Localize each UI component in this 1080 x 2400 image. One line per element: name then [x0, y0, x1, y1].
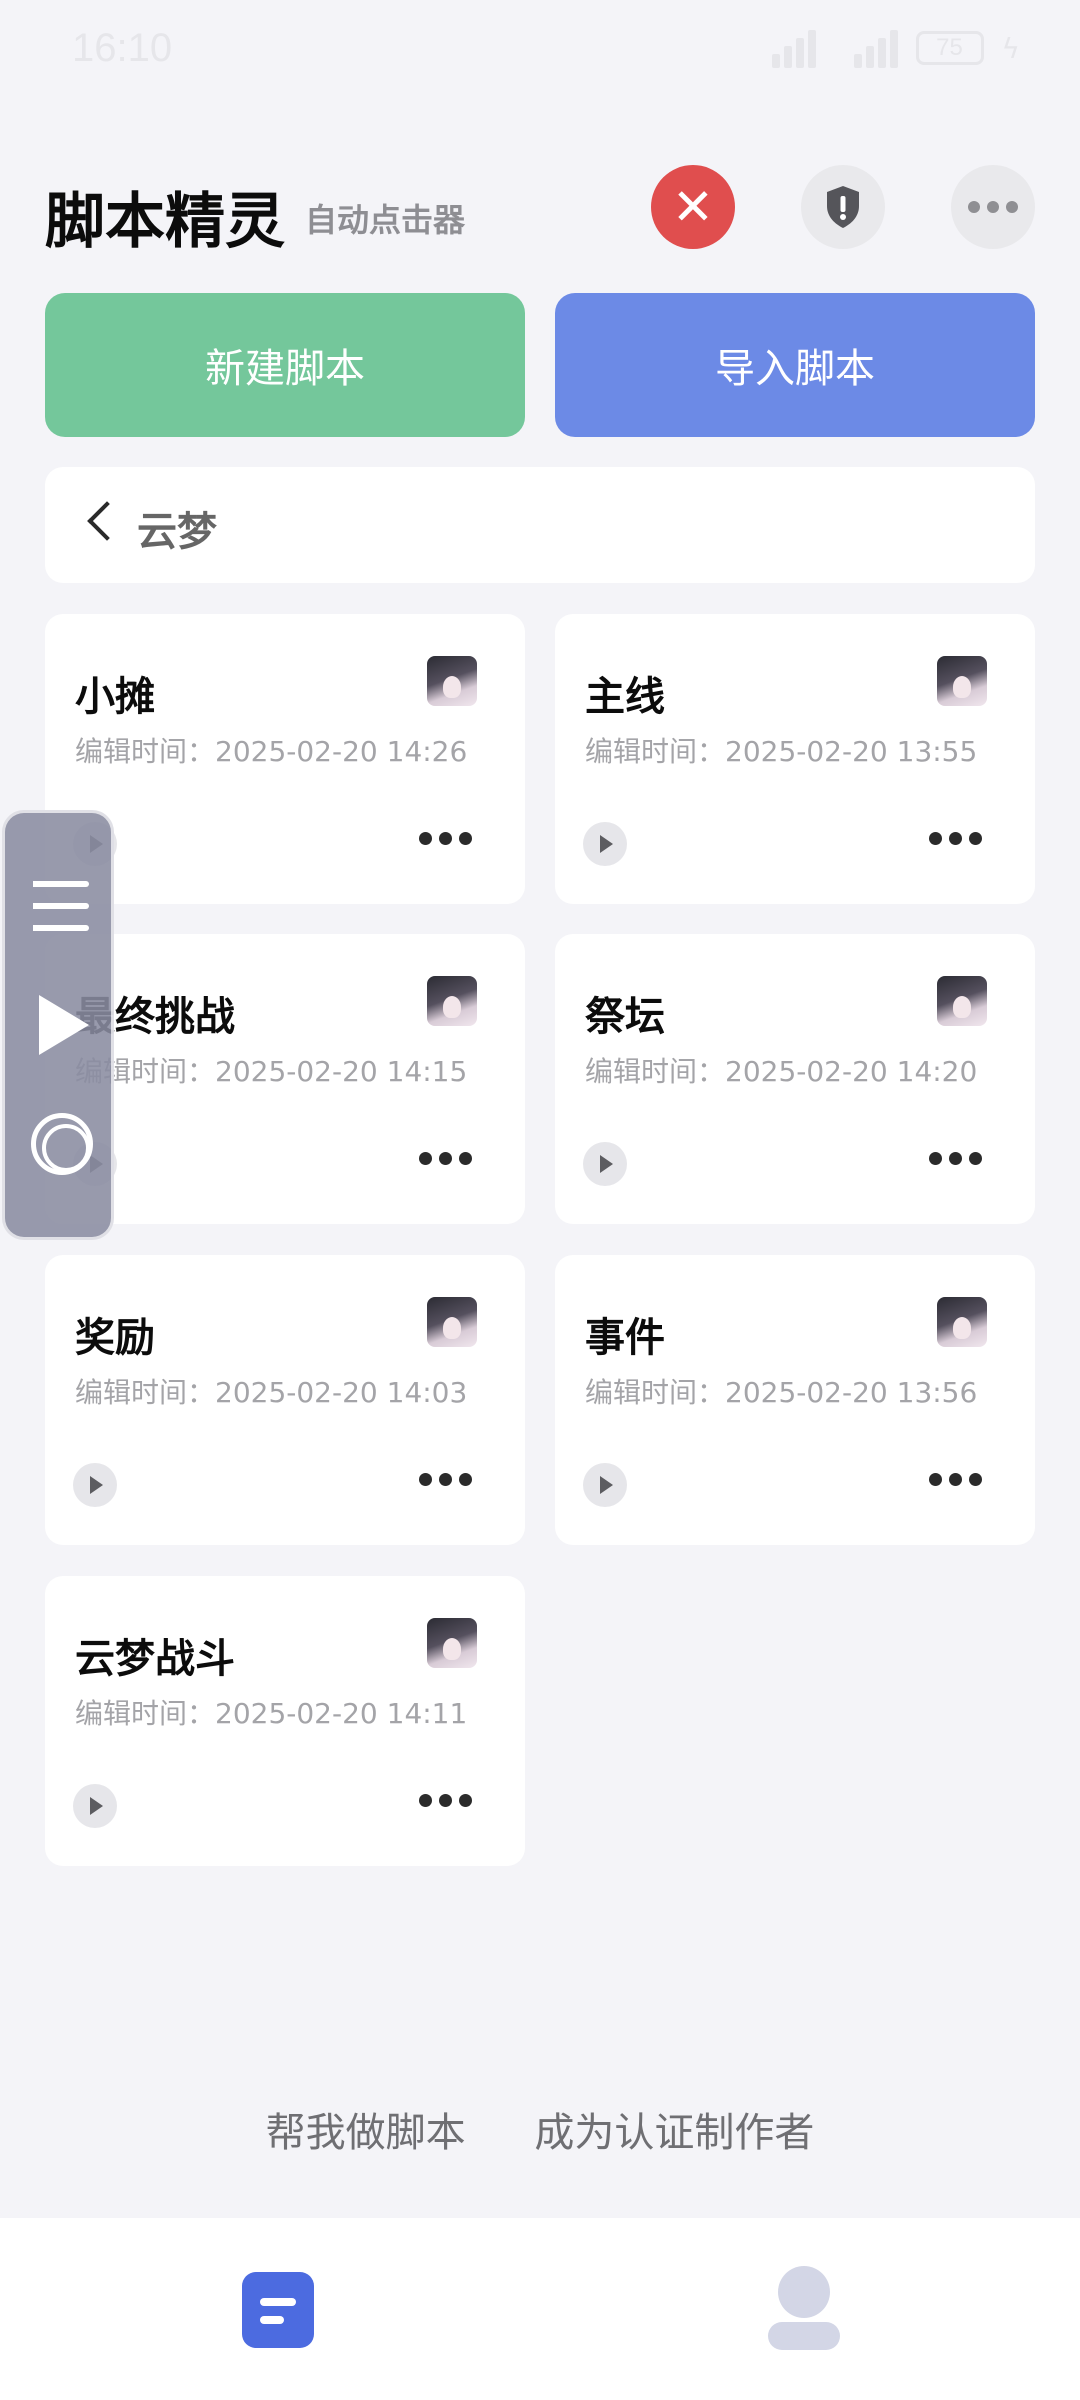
app-title: 脚本精灵 — [45, 187, 285, 257]
script-card[interactable]: 事件 编辑时间：2025-02-20 13:56 — [555, 1255, 1035, 1545]
script-avatar — [937, 976, 987, 1026]
floating-control-panel[interactable] — [2, 810, 114, 1240]
script-card[interactable]: 小摊 编辑时间：2025-02-20 14:26 — [45, 614, 525, 904]
script-card[interactable]: 最终挑战 编辑时间：2025-02-20 14:15 — [45, 934, 525, 1224]
status-icons: 75 ϟ — [752, 28, 1020, 68]
script-card[interactable]: 云梦战斗 编辑时间：2025-02-20 14:11 — [45, 1576, 525, 1866]
signal-icon — [834, 28, 898, 68]
signal-icon — [752, 28, 816, 68]
help-make-script-link[interactable]: 帮我做脚本 — [266, 2100, 466, 2158]
more-button[interactable] — [951, 165, 1035, 249]
close-icon: ✕ — [672, 178, 714, 236]
document-icon[interactable] — [242, 2272, 314, 2348]
script-edit-time: 编辑时间：2025-02-20 14:15 — [75, 1055, 468, 1088]
script-edit-time: 编辑时间：2025-02-20 14:11 — [75, 1697, 468, 1730]
script-edit-time: 编辑时间：2025-02-20 13:55 — [585, 735, 978, 768]
script-card[interactable]: 奖励 编辑时间：2025-02-20 14:03 — [45, 1255, 525, 1545]
script-card[interactable]: 祭坛 编辑时间：2025-02-20 14:20 — [555, 934, 1035, 1224]
status-time: 16:10 — [72, 26, 173, 70]
shield-button[interactable] — [801, 165, 885, 249]
play-icon[interactable] — [73, 1463, 117, 1507]
script-title: 祭坛 — [585, 994, 665, 1040]
become-author-link[interactable]: 成为认证制作者 — [534, 2100, 814, 2158]
script-avatar — [427, 656, 477, 706]
script-edit-time: 编辑时间：2025-02-20 14:26 — [75, 735, 468, 768]
script-avatar — [937, 656, 987, 706]
script-title: 主线 — [585, 674, 665, 720]
script-title: 事件 — [585, 1315, 665, 1361]
more-icon[interactable] — [419, 1152, 472, 1165]
list-icon[interactable] — [33, 879, 89, 935]
script-avatar — [427, 976, 477, 1026]
bottom-nav — [0, 2218, 1080, 2400]
script-title: 小摊 — [75, 674, 155, 720]
more-icon[interactable] — [929, 832, 982, 845]
action-buttons: 新建脚本 导入脚本 — [45, 293, 1035, 437]
more-icon[interactable] — [929, 1152, 982, 1165]
script-card[interactable]: 主线 编辑时间：2025-02-20 13:55 — [555, 614, 1035, 904]
status-bar: 16:10 75 ϟ — [0, 0, 1080, 100]
script-title: 云梦战斗 — [75, 1636, 235, 1682]
script-title: 奖励 — [75, 1315, 155, 1361]
charging-icon: ϟ — [1001, 31, 1020, 65]
play-icon[interactable] — [39, 995, 89, 1055]
import-script-button[interactable]: 导入脚本 — [555, 293, 1035, 437]
more-icon — [968, 201, 1018, 213]
footer-links: 帮我做脚本 成为认证制作者 — [0, 2100, 1080, 2158]
play-icon[interactable] — [73, 1784, 117, 1828]
app-header: 脚本精灵 自动点击器 ✕ — [45, 165, 1035, 257]
app-screen: 16:10 75 ϟ 脚本精灵 自动点击器 ✕ 新建脚本 导入脚本 云梦 小摊 … — [0, 0, 1080, 2400]
record-icon[interactable] — [31, 1113, 93, 1175]
app-subtitle: 自动点击器 — [305, 201, 466, 239]
shield-alert-icon — [827, 186, 859, 228]
script-edit-time: 编辑时间：2025-02-20 13:56 — [585, 1376, 978, 1409]
script-avatar — [937, 1297, 987, 1347]
folder-bar[interactable]: 云梦 — [45, 467, 1035, 583]
script-avatar — [427, 1618, 477, 1668]
profile-icon[interactable] — [768, 2266, 840, 2350]
battery-icon: 75 — [915, 31, 984, 65]
more-icon[interactable] — [419, 1794, 472, 1807]
folder-name: 云梦 — [137, 509, 217, 555]
play-icon[interactable] — [583, 1463, 627, 1507]
script-edit-time: 编辑时间：2025-02-20 14:20 — [585, 1055, 978, 1088]
play-icon[interactable] — [583, 822, 627, 866]
more-icon[interactable] — [419, 832, 472, 845]
play-icon[interactable] — [583, 1142, 627, 1186]
script-edit-time: 编辑时间：2025-02-20 14:03 — [75, 1376, 468, 1409]
more-icon[interactable] — [419, 1473, 472, 1486]
more-icon[interactable] — [929, 1473, 982, 1486]
script-avatar — [427, 1297, 477, 1347]
close-button[interactable]: ✕ — [651, 165, 735, 249]
new-script-button[interactable]: 新建脚本 — [45, 293, 525, 437]
back-icon[interactable] — [87, 501, 127, 541]
